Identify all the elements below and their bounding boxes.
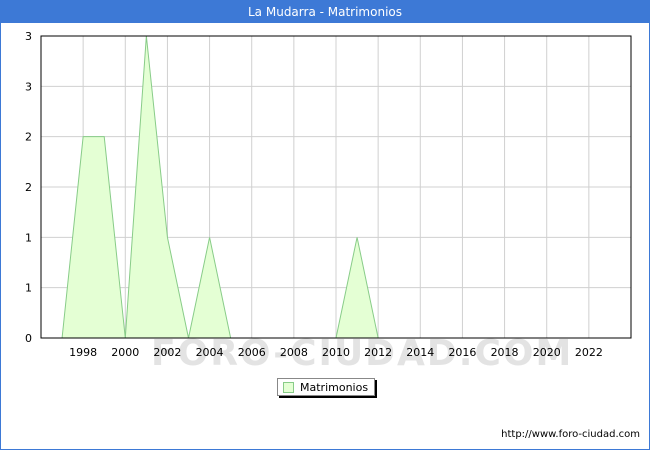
x-tick-label: 2000 [111, 346, 139, 359]
y-tick-label: 3 [25, 30, 32, 43]
y-tick-label: 1 [25, 282, 32, 295]
source-url[interactable]: http://www.foro-ciudad.com [501, 429, 640, 440]
x-tick-label: 1998 [69, 346, 97, 359]
y-tick-label: 2 [25, 181, 32, 194]
x-tick-label: 2020 [533, 346, 561, 359]
y-tick-label: 0 [25, 332, 32, 345]
x-tick-label: 2014 [406, 346, 434, 359]
legend: Matrimonios [277, 378, 376, 396]
x-tick-label: 2008 [280, 346, 308, 359]
x-tick-labels: 1998 2000 2002 2004 2006 2008 2010 2012 2014 2016… [69, 346, 603, 359]
x-tick-label: 2006 [238, 346, 266, 359]
y-tick-label: 2 [25, 131, 32, 144]
y-tick-labels: 0 1 1 2 2 3 3 [25, 30, 32, 345]
legend-label: Matrimonios [300, 380, 369, 394]
x-tick-label: 2022 [575, 346, 603, 359]
x-tick-label: 2002 [153, 346, 181, 359]
x-tick-label: 2010 [322, 346, 350, 359]
x-tick-label: 2018 [491, 346, 519, 359]
y-tick-label: 3 [25, 80, 32, 93]
x-tick-label: 2012 [364, 346, 392, 359]
x-tick-label: 2016 [448, 346, 476, 359]
x-tick-label: 2004 [196, 346, 224, 359]
chart-window: La Mudarra - Matrimonios FORO-CIUDAD.COM… [0, 0, 650, 450]
y-tick-label: 1 [25, 231, 32, 244]
legend-swatch [283, 381, 294, 393]
